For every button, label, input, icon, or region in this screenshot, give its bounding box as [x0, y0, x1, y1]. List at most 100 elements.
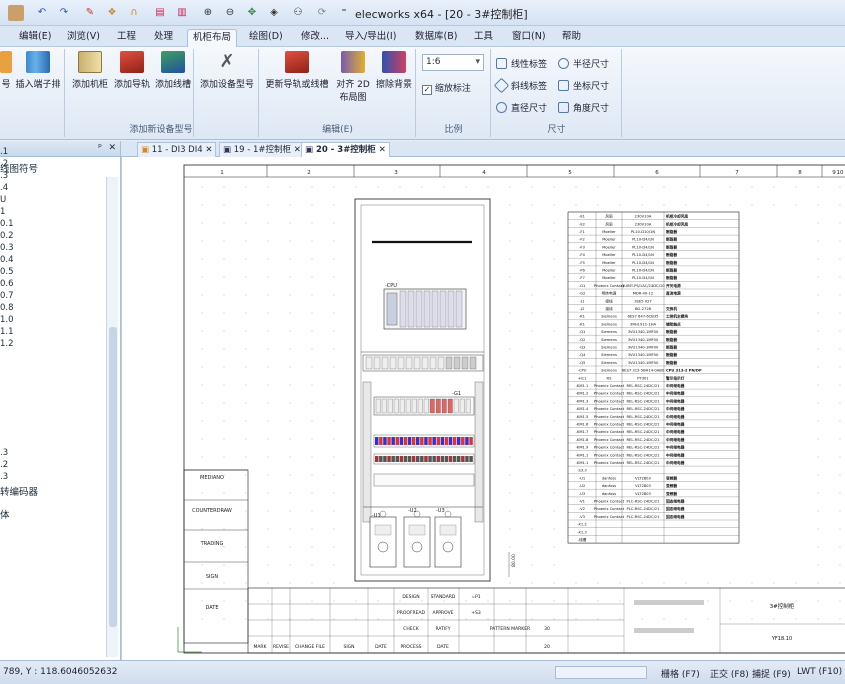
close-icon[interactable]: ✕	[294, 145, 301, 155]
zoom-out-icon[interactable]: ⊖	[222, 5, 238, 21]
undo-icon[interactable]: ↶	[34, 5, 50, 21]
menu-edit[interactable]: 编辑(E)	[14, 29, 56, 47]
menu-help[interactable]: 帮助	[557, 29, 586, 47]
bom-cell: -U3	[579, 492, 586, 496]
diameter-dim-button[interactable]: 直径尺寸	[496, 101, 547, 114]
update-rail-button[interactable]: 更新导轨或线槽	[264, 51, 330, 90]
refresh-icon[interactable]: ⟳	[314, 5, 330, 21]
menu-tools[interactable]: 工具	[469, 29, 498, 47]
tree-item[interactable]: 体	[0, 507, 10, 521]
title-block-text: SIGN	[343, 644, 354, 650]
close-icon[interactable]: ✕	[379, 145, 386, 155]
snap-toggle[interactable]: 捕捉 (F9)	[752, 667, 791, 680]
tree-item[interactable]: 0.7	[0, 291, 14, 301]
add-duct-label: 添加线槽	[154, 80, 191, 90]
insert-page-icon[interactable]: ▤	[152, 5, 168, 21]
add-duct-button[interactable]: 添加线槽	[153, 51, 193, 90]
save-icon[interactable]	[8, 5, 24, 21]
tree-item[interactable]: 1.1	[0, 327, 14, 337]
menu-draw[interactable]: 绘图(D)	[244, 29, 288, 47]
doc-tab-11[interactable]: ▣ 11 - DI3 DI4 ✕	[137, 142, 217, 157]
angle-dim-button[interactable]: 角度尺寸	[558, 101, 609, 114]
close-icon[interactable]: ✕	[108, 143, 116, 153]
left-scrollbar[interactable]	[106, 177, 118, 657]
tree-item[interactable]: .3	[0, 472, 8, 482]
delete-page-icon[interactable]: ▥	[174, 5, 190, 21]
menu-view[interactable]: 浏览(V)	[62, 29, 105, 47]
menu-process[interactable]: 处理	[149, 29, 178, 47]
tree-item[interactable]: .2	[0, 460, 8, 470]
bom-cell: 固态继电器	[666, 506, 685, 511]
bom-cell: 中间继电器	[666, 437, 685, 442]
tree-item[interactable]: 0.1	[0, 219, 14, 229]
page-icon: ▣	[141, 145, 152, 155]
add-device-button[interactable]: ✗ 添加设备型号	[198, 51, 256, 90]
tree-item[interactable]: 1	[0, 207, 5, 217]
tree-item[interactable]: U	[0, 195, 6, 205]
scale-checkbox-row[interactable]: ✓ 缩放标注	[422, 81, 471, 95]
find-icon[interactable]: ⚇	[290, 5, 306, 21]
magnet-icon[interactable]: ∩	[126, 5, 142, 21]
tree-item[interactable]: 0.6	[0, 279, 14, 289]
menu-modify[interactable]: 修改...	[296, 29, 334, 47]
component-icon[interactable]: ❖	[104, 5, 120, 21]
bom-cell: 开关电源	[666, 283, 681, 288]
bom-cell: 中间继电器	[666, 406, 685, 411]
partial-button[interactable]: 号	[0, 51, 12, 90]
tree-item[interactable]: .4	[0, 183, 8, 193]
title-block-text: PROOFREAD	[397, 610, 426, 616]
tree-item[interactable]: 0.2	[0, 231, 14, 241]
tree-item[interactable]: 转编码器	[0, 484, 38, 498]
drawing-canvas[interactable]: 1 2 3 4 5 6 7 8 9 10 MEDIANO COUNTERDRAW TRADING SIG…	[121, 157, 845, 660]
menu-database[interactable]: 数据库(B)	[410, 29, 462, 47]
checkbox-checked-icon[interactable]: ✓	[422, 85, 432, 95]
tree-item[interactable]: 0.5	[0, 267, 14, 277]
tree-item[interactable]: .3	[0, 171, 8, 181]
wire-icon[interactable]: ✎	[82, 5, 98, 21]
tree-item[interactable]: .1	[0, 147, 8, 157]
doc-tab-19[interactable]: ▣ 19 - 1#控制柜 ✕	[219, 142, 305, 157]
doc-tab-20[interactable]: ▣ 20 - 3#控制柜 ✕	[301, 142, 390, 157]
bom-cell: -X1.2	[577, 523, 587, 527]
menu-bar: 编辑(E) 浏览(V) 工程 处理 机柜布局 绘图(D) 修改... 导入/导出…	[0, 26, 845, 47]
menu-import-export[interactable]: 导入/导出(I)	[340, 29, 401, 47]
line-label-button[interactable]: 线性标签	[496, 57, 547, 70]
lwt-toggle[interactable]: LWT (F10)	[797, 667, 842, 677]
radius-dim-button[interactable]: 半径尺寸	[558, 57, 609, 70]
pan-icon[interactable]: ✥	[244, 5, 260, 21]
bom-cell: PL10-D4/1N	[632, 276, 654, 280]
menu-project[interactable]: 工程	[112, 29, 141, 47]
zoom-extents-icon[interactable]: ◈	[266, 5, 282, 21]
menu-cabinet-layout[interactable]: 机柜布局	[187, 29, 238, 47]
tree-item[interactable]: 0.3	[0, 243, 14, 253]
add-rail-button[interactable]: 添加导轨	[112, 51, 152, 90]
bom-cell: -U1	[579, 476, 585, 480]
pin-icon[interactable]: ᵖ	[98, 143, 102, 153]
oblique-label-button[interactable]: 斜线标签	[493, 77, 547, 94]
add-cabinet-button[interactable]: 添加机柜	[70, 51, 110, 90]
ortho-toggle[interactable]: 正交 (F8)	[710, 667, 749, 680]
title-block-text: MARK	[253, 644, 267, 650]
scale-select[interactable]: 1:6 ▾	[422, 54, 484, 71]
terminal-strip-button[interactable]: 插入端子排	[14, 51, 62, 90]
scrollbar-thumb[interactable]	[109, 327, 117, 627]
tree-item[interactable]: .3	[0, 448, 8, 458]
coord-dim-button[interactable]: 坐标尺寸	[558, 79, 609, 92]
grid-toggle[interactable]: 栅格 (F7)	[661, 667, 700, 680]
close-icon[interactable]: ✕	[205, 145, 212, 155]
qat-dropdown-icon[interactable]: ⁼	[336, 5, 352, 21]
column-number: 1	[220, 170, 224, 176]
tree-item[interactable]: 1.2	[0, 339, 14, 349]
menu-window[interactable]: 窗口(N)	[507, 29, 551, 47]
chevron-down-icon: ▾	[475, 57, 480, 67]
tree-item[interactable]: 0.4	[0, 255, 14, 265]
align-2d-button[interactable]: 对齐 2D 布局图	[334, 51, 372, 103]
tree-item[interactable]: 0.8	[0, 303, 14, 313]
tree-item[interactable]: 1.0	[0, 315, 14, 325]
redo-icon[interactable]: ↷	[56, 5, 72, 21]
tree-item[interactable]: .2	[0, 159, 8, 169]
zoom-window-icon[interactable]: ⊕	[200, 5, 216, 21]
bom-cell: Siemens	[601, 369, 617, 373]
erase-background-button[interactable]: 擦除背景	[374, 51, 414, 90]
ribbon-group-terminals: 号 插入端子排	[0, 49, 65, 137]
